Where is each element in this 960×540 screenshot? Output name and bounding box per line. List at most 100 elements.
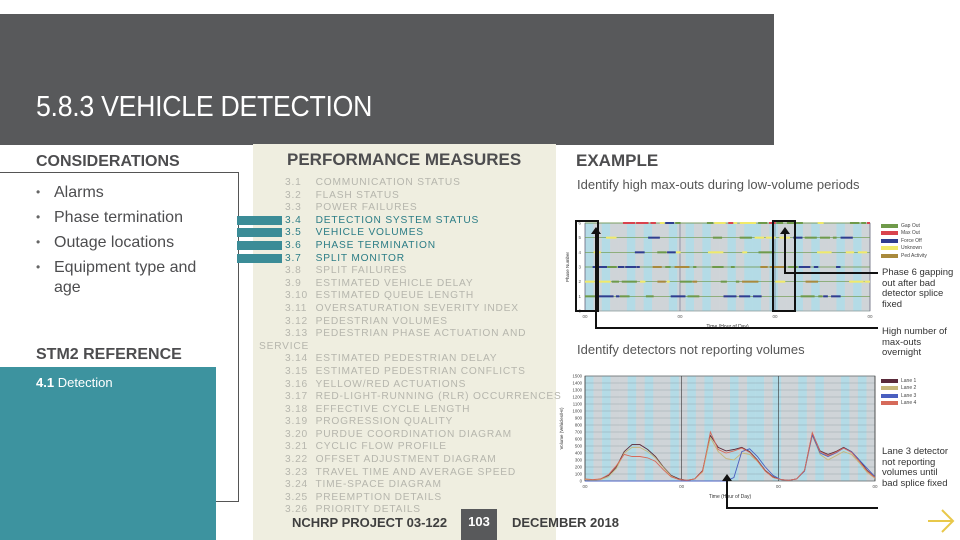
measure-label: ESTIMATED PEDESTRIAN CONFLICTS xyxy=(315,365,526,377)
phase-event-segment xyxy=(606,236,617,239)
phase-event-segment xyxy=(733,222,738,224)
page-number: 103 xyxy=(461,509,497,540)
phase-event-segment xyxy=(665,266,671,268)
performance-measure-item[interactable]: 3.16 YELLOW/RED ACTUATIONS xyxy=(258,379,548,392)
phase-event-segment xyxy=(831,295,841,298)
phase-event-segment xyxy=(622,222,636,224)
background-band xyxy=(619,376,628,481)
x-tick-label: 00 xyxy=(867,314,873,319)
measure-number: 3.17 xyxy=(285,391,309,403)
stm2-section-number: 4.1 xyxy=(36,375,55,390)
legend-label: Lane 1 xyxy=(901,377,917,384)
x-tick-label: 00 xyxy=(772,314,778,319)
x-tick-label: 00 xyxy=(776,484,782,489)
y-axis-label: Phase Number xyxy=(565,251,570,282)
consideration-label: Alarms xyxy=(54,184,104,201)
legend-swatch xyxy=(881,253,898,258)
example-caption-2: Identify detectors not reporting volumes xyxy=(577,342,805,357)
callout-arrowhead xyxy=(780,227,790,234)
performance-measure-item-active[interactable]: 3.6 PHASE TERMINATION xyxy=(258,240,548,253)
background-band xyxy=(781,376,791,481)
legend-entry: Force Off xyxy=(881,237,927,245)
measure-number: 3.13 xyxy=(285,328,309,340)
measure-label: PURDUE COORDINATION DIAGRAM xyxy=(315,428,512,440)
performance-measure-item[interactable]: 3.9 ESTIMATED VEHICLE DELAY xyxy=(258,278,548,291)
performance-measure-item[interactable]: 3.12 PEDESTRIAN VOLUMES xyxy=(258,316,548,329)
y-tick-label: 1400 xyxy=(572,381,582,386)
lane-volume-legend: Lane 1 Lane 2 Lane 3 Lane 4 xyxy=(881,377,916,407)
performance-measure-item[interactable]: 3.10 ESTIMATED QUEUE LENGTH xyxy=(258,290,548,303)
consideration-label: Equipment type and age xyxy=(54,259,197,296)
phase-event-segment xyxy=(760,266,768,268)
phase-event-segment xyxy=(739,222,757,224)
phase-termination-chart: 012345600000000Time (Hour of Day)Phase N… xyxy=(565,221,873,331)
legend-swatch xyxy=(881,393,898,398)
performance-measure-item[interactable]: 3.18 EFFECTIVE CYCLE LENGTH xyxy=(258,404,548,417)
measure-label: OFFSET ADJUSTMENT DIAGRAM xyxy=(315,454,497,466)
measure-label: VEHICLE VOLUMES xyxy=(315,227,424,239)
performance-measure-item-active[interactable]: 3.7 SPLIT MONITOR xyxy=(258,253,548,266)
legend-entry: Unknown xyxy=(881,245,927,253)
measure-number: 3.19 xyxy=(285,416,309,428)
arrow-right-icon[interactable] xyxy=(926,508,956,534)
performance-measure-item[interactable]: 3.11 OVERSATURATION SEVERITY INDEX xyxy=(258,303,548,316)
measure-number: 3.15 xyxy=(285,365,309,377)
performance-measure-item[interactable]: 3.21 CYCLIC FLOW PROFILE xyxy=(258,441,548,454)
y-tick-label: 500 xyxy=(575,444,583,449)
callout-line xyxy=(726,507,878,509)
footer-date: DECEMBER 2018 xyxy=(512,515,619,530)
performance-measure-item-active[interactable]: 3.5 VEHICLE VOLUMES xyxy=(258,227,548,240)
performance-measure-item[interactable]: 3.14 ESTIMATED PEDESTRIAN DELAY xyxy=(258,353,548,366)
phase-event-segment xyxy=(845,251,855,254)
performance-measure-item[interactable]: 3.23 TRAVEL TIME AND AVERAGE SPEED xyxy=(258,467,548,480)
performance-measure-item[interactable]: SERVICE xyxy=(258,341,548,354)
phase-event-segment xyxy=(832,236,837,239)
legend-entry: Lane 1 xyxy=(881,377,916,385)
background-band xyxy=(738,376,748,481)
background-band xyxy=(678,376,688,481)
measure-label: SERVICE xyxy=(259,340,310,352)
y-tick-label: 300 xyxy=(575,458,583,463)
stm2-reference-link[interactable]: 4.1 Detection xyxy=(36,375,113,390)
legend-swatch xyxy=(881,223,898,228)
x-axis-label: Time (Hour of Day) xyxy=(709,494,752,500)
performance-measure-item[interactable]: 3.17 RED-LIGHT-RUNNING (RLR) OCCURRENCES xyxy=(258,391,561,404)
performance-measure-item[interactable]: 3.3 POWER FAILURES xyxy=(258,202,548,215)
phase-event-segment xyxy=(692,280,698,283)
phase-event-segment xyxy=(836,266,841,268)
measure-label: EFFECTIVE CYCLE LENGTH xyxy=(315,403,471,415)
performance-measure-item[interactable]: 3.25 PREEMPTION DETAILS xyxy=(258,492,548,505)
phase-event-segment xyxy=(666,280,670,283)
background-band xyxy=(849,376,859,481)
measure-label: PROGRESSION QUALITY xyxy=(315,416,454,428)
background-band xyxy=(653,376,663,481)
performance-measure-item-active[interactable]: 3.4 DETECTION SYSTEM STATUS xyxy=(258,215,548,228)
background-band xyxy=(832,376,842,481)
performance-measure-item[interactable]: 3.13 PEDESTRIAN PHASE ACTUATION AND xyxy=(258,328,548,341)
performance-measure-item[interactable]: 3.2 FLASH STATUS xyxy=(258,190,548,203)
performance-measure-item[interactable]: 3.1 COMMUNICATION STATUS xyxy=(258,177,548,190)
y-tick-label: 1100 xyxy=(573,402,583,407)
phase-event-segment xyxy=(707,251,724,254)
performance-measure-item[interactable]: 3.15 ESTIMATED PEDESTRIAN CONFLICTS xyxy=(258,366,548,379)
phase-event-segment xyxy=(652,266,662,268)
background-band xyxy=(644,376,654,481)
y-tick-label: 700 xyxy=(575,430,583,435)
phase-event-segment xyxy=(754,236,765,239)
performance-measure-item[interactable]: 3.19 PROGRESSION QUALITY xyxy=(258,416,548,429)
performance-measure-item[interactable]: 3.22 OFFSET ADJUSTMENT DIAGRAM xyxy=(258,454,548,467)
page-title: 5.8.3 VEHICLE DETECTION xyxy=(36,91,373,123)
performance-measure-item[interactable]: 3.24 TIME-SPACE DIAGRAM xyxy=(258,479,548,492)
legend-entry: Lane 3 xyxy=(881,392,916,400)
performance-measure-item[interactable]: 3.8 SPLIT FAILURES xyxy=(258,265,548,278)
callout-line xyxy=(784,272,878,274)
performance-measure-item[interactable]: 3.20 PURDUE COORDINATION DIAGRAM xyxy=(258,429,548,442)
measure-number: 3.10 xyxy=(285,290,309,302)
legend-label: Gap Out xyxy=(901,222,920,229)
phase-event-segment xyxy=(823,295,828,298)
consideration-item: • Equipment type and age xyxy=(36,255,226,300)
lane-volume-chart: 0 100 200 300 400 500 600 700 800 900 1000 1100 1200… xyxy=(559,374,878,501)
phase-event-segment xyxy=(712,266,724,268)
phase-event-segment xyxy=(840,236,853,239)
measure-number: 3.14 xyxy=(285,353,309,365)
